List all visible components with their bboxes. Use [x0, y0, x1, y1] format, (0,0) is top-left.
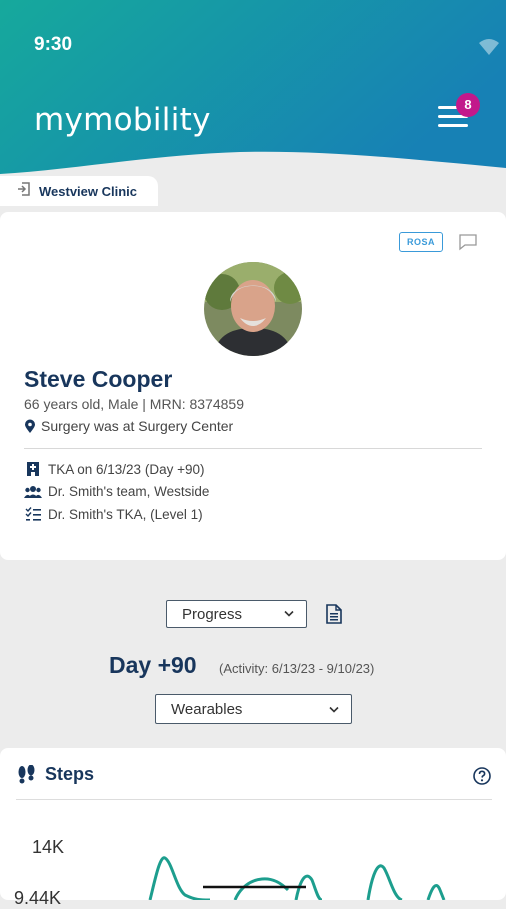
card-divider: [24, 448, 482, 449]
team-row: Dr. Smith's team, Westside: [24, 484, 209, 499]
clinic-tab-label: Westview Clinic: [39, 183, 138, 199]
data-source-select-value: Wearables: [171, 700, 243, 718]
protocol-row: Dr. Smith's TKA, (Level 1): [24, 507, 203, 522]
document-icon[interactable]: [326, 604, 342, 629]
hospital-icon: [24, 461, 42, 477]
comment-flag-icon[interactable]: [458, 233, 478, 256]
team-text: Dr. Smith's team, Westside: [48, 484, 210, 499]
checklist-icon: [24, 507, 42, 522]
procedure-row: TKA on 6/13/23 (Day +90): [24, 461, 204, 477]
app-header: 9:30 mymobility 8: [0, 0, 506, 175]
group-icon: [24, 485, 42, 499]
view-select-value: Progress: [182, 605, 243, 623]
clinic-tab[interactable]: Westview Clinic: [0, 176, 158, 206]
patient-details: 66 years old, Male | MRN: 8374859: [24, 396, 244, 412]
rosa-badge[interactable]: ROSA: [399, 232, 443, 252]
patient-name: Steve Cooper: [24, 366, 173, 392]
procedure-text: TKA on 6/13/23 (Day +90): [48, 461, 205, 477]
steps-title: Steps: [45, 764, 95, 784]
surgery-location-text: Surgery was at Surgery Center: [41, 418, 234, 434]
header-gradient-background: [0, 0, 506, 174]
notification-badge: 8: [456, 93, 480, 117]
question-circle-icon[interactable]: [472, 766, 492, 791]
app-logo: mymobility: [34, 102, 211, 138]
view-select[interactable]: Progress: [166, 600, 307, 628]
patient-avatar: [204, 262, 302, 356]
footprints-icon: [17, 764, 39, 790]
steps-chart: [148, 856, 446, 900]
surgery-location: Surgery was at Surgery Center: [24, 418, 233, 434]
status-time: 9:30: [34, 34, 73, 55]
protocol-text: Dr. Smith's TKA, (Level 1): [48, 507, 203, 522]
activity-range: (Activity: 6/13/23 - 9/10/23): [219, 661, 375, 676]
login-arrow-icon: [17, 181, 31, 201]
day-label: Day +90: [109, 652, 197, 678]
chevron-down-icon: [329, 706, 339, 713]
steps-line: [148, 856, 446, 900]
map-pin-icon: [25, 419, 35, 433]
data-source-select[interactable]: Wearables: [155, 694, 352, 724]
chevron-down-icon: [284, 610, 294, 617]
wifi-icon: [479, 39, 499, 55]
